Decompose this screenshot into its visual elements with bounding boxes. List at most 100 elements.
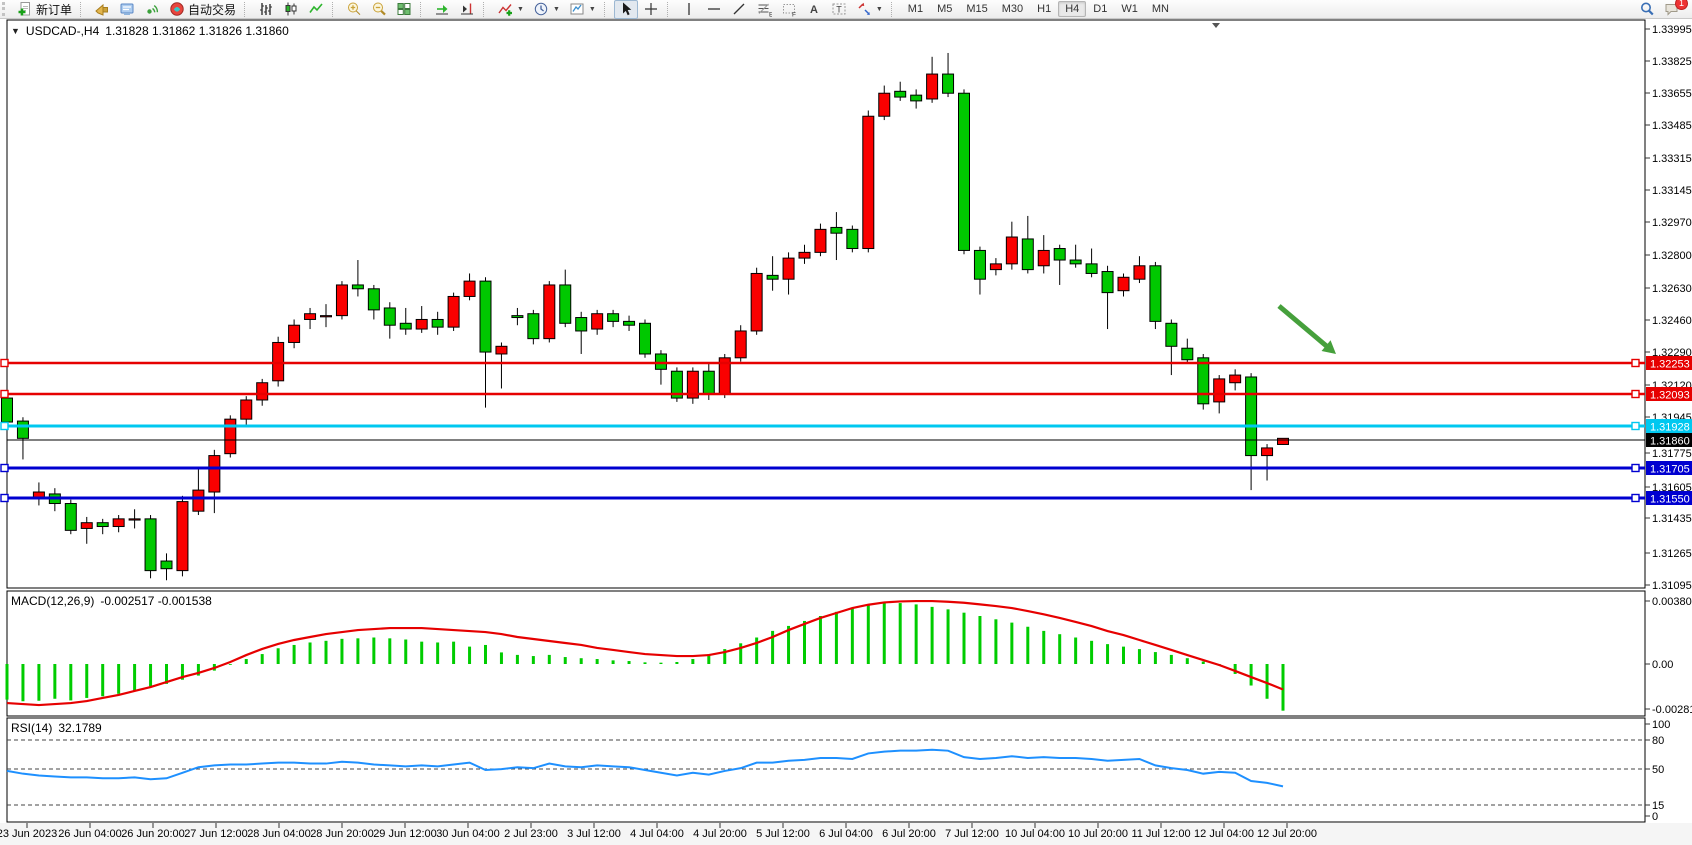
svg-text:A: A (810, 4, 818, 16)
time-axis-label: 6 Jul 20:00 (882, 828, 936, 840)
line-anchor[interactable] (1, 391, 8, 398)
zoom-in-button[interactable] (342, 0, 366, 19)
candle-body (703, 371, 714, 394)
line-chart-mode-button[interactable] (304, 0, 328, 19)
svg-text:E: E (769, 12, 772, 18)
timeframe-button-d1[interactable]: D1 (1086, 1, 1114, 17)
candle-body (544, 285, 555, 339)
text-label-tool-button[interactable]: T (827, 0, 851, 19)
timeframe-button-m30[interactable]: M30 (995, 1, 1030, 17)
zoom-out-button[interactable] (367, 0, 391, 19)
candle-body (113, 519, 124, 527)
candle-body (321, 316, 332, 317)
price-tick-label: 1.33825 (1652, 56, 1692, 68)
candle-body (273, 342, 284, 380)
price-tick-label: 1.33995 (1652, 24, 1692, 36)
horizontal-line-tool-button[interactable] (702, 0, 726, 19)
periods-button[interactable]: ▼ (529, 0, 564, 19)
templates-button[interactable]: ▼ (565, 0, 600, 19)
cursor-tool-button[interactable] (614, 0, 638, 19)
zoom-in-icon (346, 1, 362, 17)
vertical-line-tool-button[interactable] (677, 0, 701, 19)
macd-panel-title: MACD(12,26,9)-0.002517 -0.001538 (11, 594, 212, 608)
timeframe-button-h1[interactable]: H1 (1030, 1, 1058, 17)
candle-body (895, 91, 906, 97)
candle-body (1166, 323, 1177, 346)
timeframe-button-mn[interactable]: MN (1145, 1, 1176, 17)
candlestick-icon (283, 1, 299, 17)
timeframe-button-h4[interactable]: H4 (1058, 1, 1086, 17)
auto-trading-button[interactable]: 自动交易 (165, 0, 240, 19)
candle-body (209, 456, 220, 492)
line-anchor[interactable] (1632, 391, 1639, 398)
timeframe-button-w1[interactable]: W1 (1114, 1, 1145, 17)
candle-body (1150, 266, 1161, 322)
chart-canvas[interactable]: 1.339951.338251.336551.334851.333151.331… (0, 0, 1692, 845)
line-anchor[interactable] (1632, 360, 1639, 367)
line-anchor[interactable] (1632, 495, 1639, 502)
candlestick-mode-button[interactable] (279, 0, 303, 19)
line-anchor[interactable] (1, 465, 8, 472)
search-icon (1639, 1, 1655, 17)
clock-icon (533, 1, 549, 17)
market-watch-button[interactable] (90, 0, 114, 19)
bar-chart-mode-button[interactable] (254, 0, 278, 19)
notifications-button[interactable]: 1 (1660, 0, 1684, 19)
candle-body (1086, 264, 1097, 274)
candle-body (815, 229, 826, 252)
candle-body (368, 289, 379, 310)
price-tick-label: 1.33655 (1652, 88, 1692, 100)
candle-body (384, 308, 395, 325)
cycle-lines-tool-button[interactable]: F (777, 0, 801, 19)
price-tick-label: 1.32460 (1652, 315, 1692, 327)
time-axis-label: 5 Jul 12:00 (756, 828, 810, 840)
candle-body (1118, 277, 1129, 290)
candle-body (1038, 250, 1049, 265)
line-anchor[interactable] (1632, 423, 1639, 430)
time-axis-label: 28 Jun 04:00 (247, 828, 311, 840)
candle-body (464, 281, 475, 296)
candle-body (1246, 377, 1257, 456)
line-anchor[interactable] (1, 495, 8, 502)
candle-body (81, 523, 92, 529)
rsi-axis-label: 0 (1652, 811, 1658, 823)
candle-body (1262, 448, 1273, 456)
new-order-button[interactable]: 新订单 (13, 0, 76, 19)
candle-body (911, 95, 922, 101)
auto-scroll-button[interactable] (430, 0, 454, 19)
line-anchor[interactable] (1, 423, 8, 430)
candle-body (289, 325, 300, 342)
candle-body (799, 252, 810, 258)
metaeditor-button[interactable] (115, 0, 139, 19)
timeframe-button-m5[interactable]: M5 (930, 1, 959, 17)
candle-body (145, 519, 156, 571)
cursor-icon (618, 1, 634, 17)
text-tool-button[interactable]: A (802, 0, 826, 19)
indicators-button[interactable]: ▼ (493, 0, 528, 19)
signals-button[interactable] (140, 0, 164, 19)
arrows-tool-button[interactable]: ▼ (852, 0, 887, 19)
tile-windows-button[interactable] (392, 0, 416, 19)
toolbar-grip[interactable] (2, 2, 9, 16)
arrows-icon (856, 1, 872, 17)
chevron-down-icon[interactable]: ▼ (11, 26, 20, 36)
fibonacci-tool-button[interactable]: E (752, 0, 776, 19)
text-label-icon: T (831, 1, 847, 17)
rsi-panel-title: RSI(14)32.1789 (11, 721, 102, 735)
dropdown-caret: ▼ (589, 6, 596, 13)
trendline-tool-button[interactable] (727, 0, 751, 19)
timeframe-button-m1[interactable]: M1 (901, 1, 930, 17)
search-button[interactable] (1635, 0, 1659, 19)
chart-shift-button[interactable] (455, 0, 479, 19)
crosshair-tool-button[interactable] (639, 0, 663, 19)
macd-axis-label: -0.002818 (1652, 704, 1692, 716)
candle-body (1230, 375, 1241, 383)
timeframe-button-m15[interactable]: M15 (959, 1, 994, 17)
line-anchor[interactable] (1, 360, 8, 367)
dropdown-caret: ▼ (517, 6, 524, 13)
rsi-axis-label: 80 (1652, 735, 1664, 747)
candle-body (416, 319, 427, 329)
time-axis-label: 27 Jun 12:00 (184, 828, 248, 840)
line-anchor[interactable] (1632, 465, 1639, 472)
candle-body (129, 519, 140, 520)
